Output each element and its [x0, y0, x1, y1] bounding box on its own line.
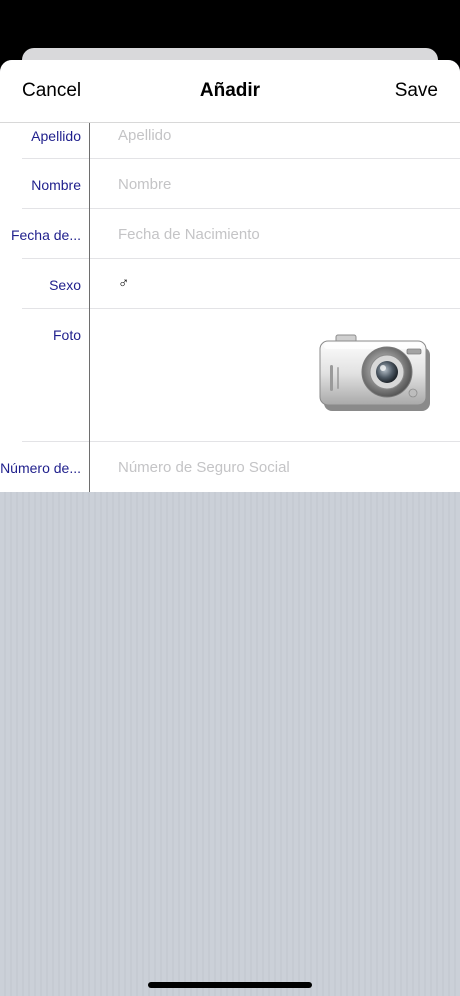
nombre-field[interactable]: Nombre: [118, 176, 171, 193]
field-label-fecha: Fecha de...: [10, 227, 81, 243]
form-row-nombre[interactable]: Nombre Nombre: [0, 159, 460, 209]
label-column-divider: [89, 123, 90, 492]
field-label-apellido: Apellido: [31, 128, 81, 144]
numero-seguro-social-field[interactable]: Número de Seguro Social: [118, 459, 290, 476]
form-row-sexo[interactable]: Sexo ♂: [0, 259, 460, 309]
form-row-apellido[interactable]: Apellido Apellido: [0, 123, 460, 159]
apellido-field[interactable]: Apellido: [118, 127, 171, 144]
record-form: Apellido Apellido Nombre Nombre Fecha de…: [0, 123, 460, 492]
field-label-numero: Número de...: [0, 460, 81, 476]
field-label-nombre: Nombre: [31, 177, 81, 193]
camera-icon[interactable]: [316, 333, 434, 413]
field-label-sexo: Sexo: [49, 277, 81, 293]
home-indicator[interactable]: [148, 982, 312, 988]
male-symbol-icon[interactable]: ♂: [118, 275, 129, 292]
form-row-numero[interactable]: Número de... Número de Seguro Social: [0, 442, 460, 492]
fecha-nacimiento-field[interactable]: Fecha de Nacimiento: [118, 226, 260, 243]
save-button[interactable]: Save: [395, 80, 438, 102]
navigation-bar: Cancel Añadir Save: [0, 60, 460, 123]
add-record-sheet: Cancel Añadir Save Apellido Apellido Nom…: [0, 60, 460, 996]
field-label-foto: Foto: [52, 327, 81, 343]
page-title: Añadir: [199, 80, 261, 101]
camera-graphic: [319, 334, 430, 411]
form-row-fecha[interactable]: Fecha de... Fecha de Nacimiento: [0, 209, 460, 259]
form-row-foto[interactable]: Foto: [0, 309, 460, 442]
